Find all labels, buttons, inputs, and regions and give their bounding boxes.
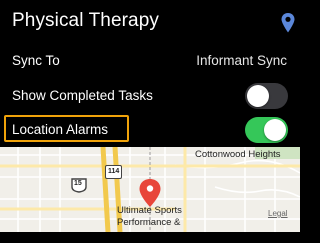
nav-header: Physical Therapy	[0, 0, 300, 44]
place-label-line2: Performance &	[117, 217, 181, 228]
toggle-knob	[247, 85, 269, 107]
place-label-line1: Ultimate Sports	[117, 205, 182, 216]
sync-to-label: Sync To	[12, 53, 60, 68]
location-pin-icon[interactable]	[138, 178, 162, 208]
sync-to-row[interactable]: Sync To Informant Sync	[0, 44, 300, 76]
location-alarms-label: Location Alarms	[12, 122, 109, 137]
show-completed-tasks-label: Show Completed Tasks	[12, 88, 153, 103]
location-map[interactable]: 15 114 Cottonwood Heights Ultimate Sport…	[0, 147, 300, 232]
map-pin-icon[interactable]	[280, 12, 296, 34]
show-completed-tasks-row: Show Completed Tasks	[0, 80, 300, 112]
area-label: Cottonwood Heights	[195, 149, 281, 160]
toggle-knob	[264, 119, 286, 141]
highway-number: 114	[108, 168, 120, 175]
location-alarms-row: Location Alarms	[0, 115, 300, 145]
bottom-bar	[0, 232, 300, 243]
legal-link[interactable]: Legal	[268, 209, 288, 218]
sync-to-value[interactable]: Informant Sync	[196, 53, 287, 68]
page-title: Physical Therapy	[12, 10, 159, 31]
show-completed-tasks-toggle[interactable]	[245, 83, 288, 109]
location-alarms-toggle[interactable]	[245, 117, 288, 143]
interstate-number: 15	[74, 180, 82, 187]
